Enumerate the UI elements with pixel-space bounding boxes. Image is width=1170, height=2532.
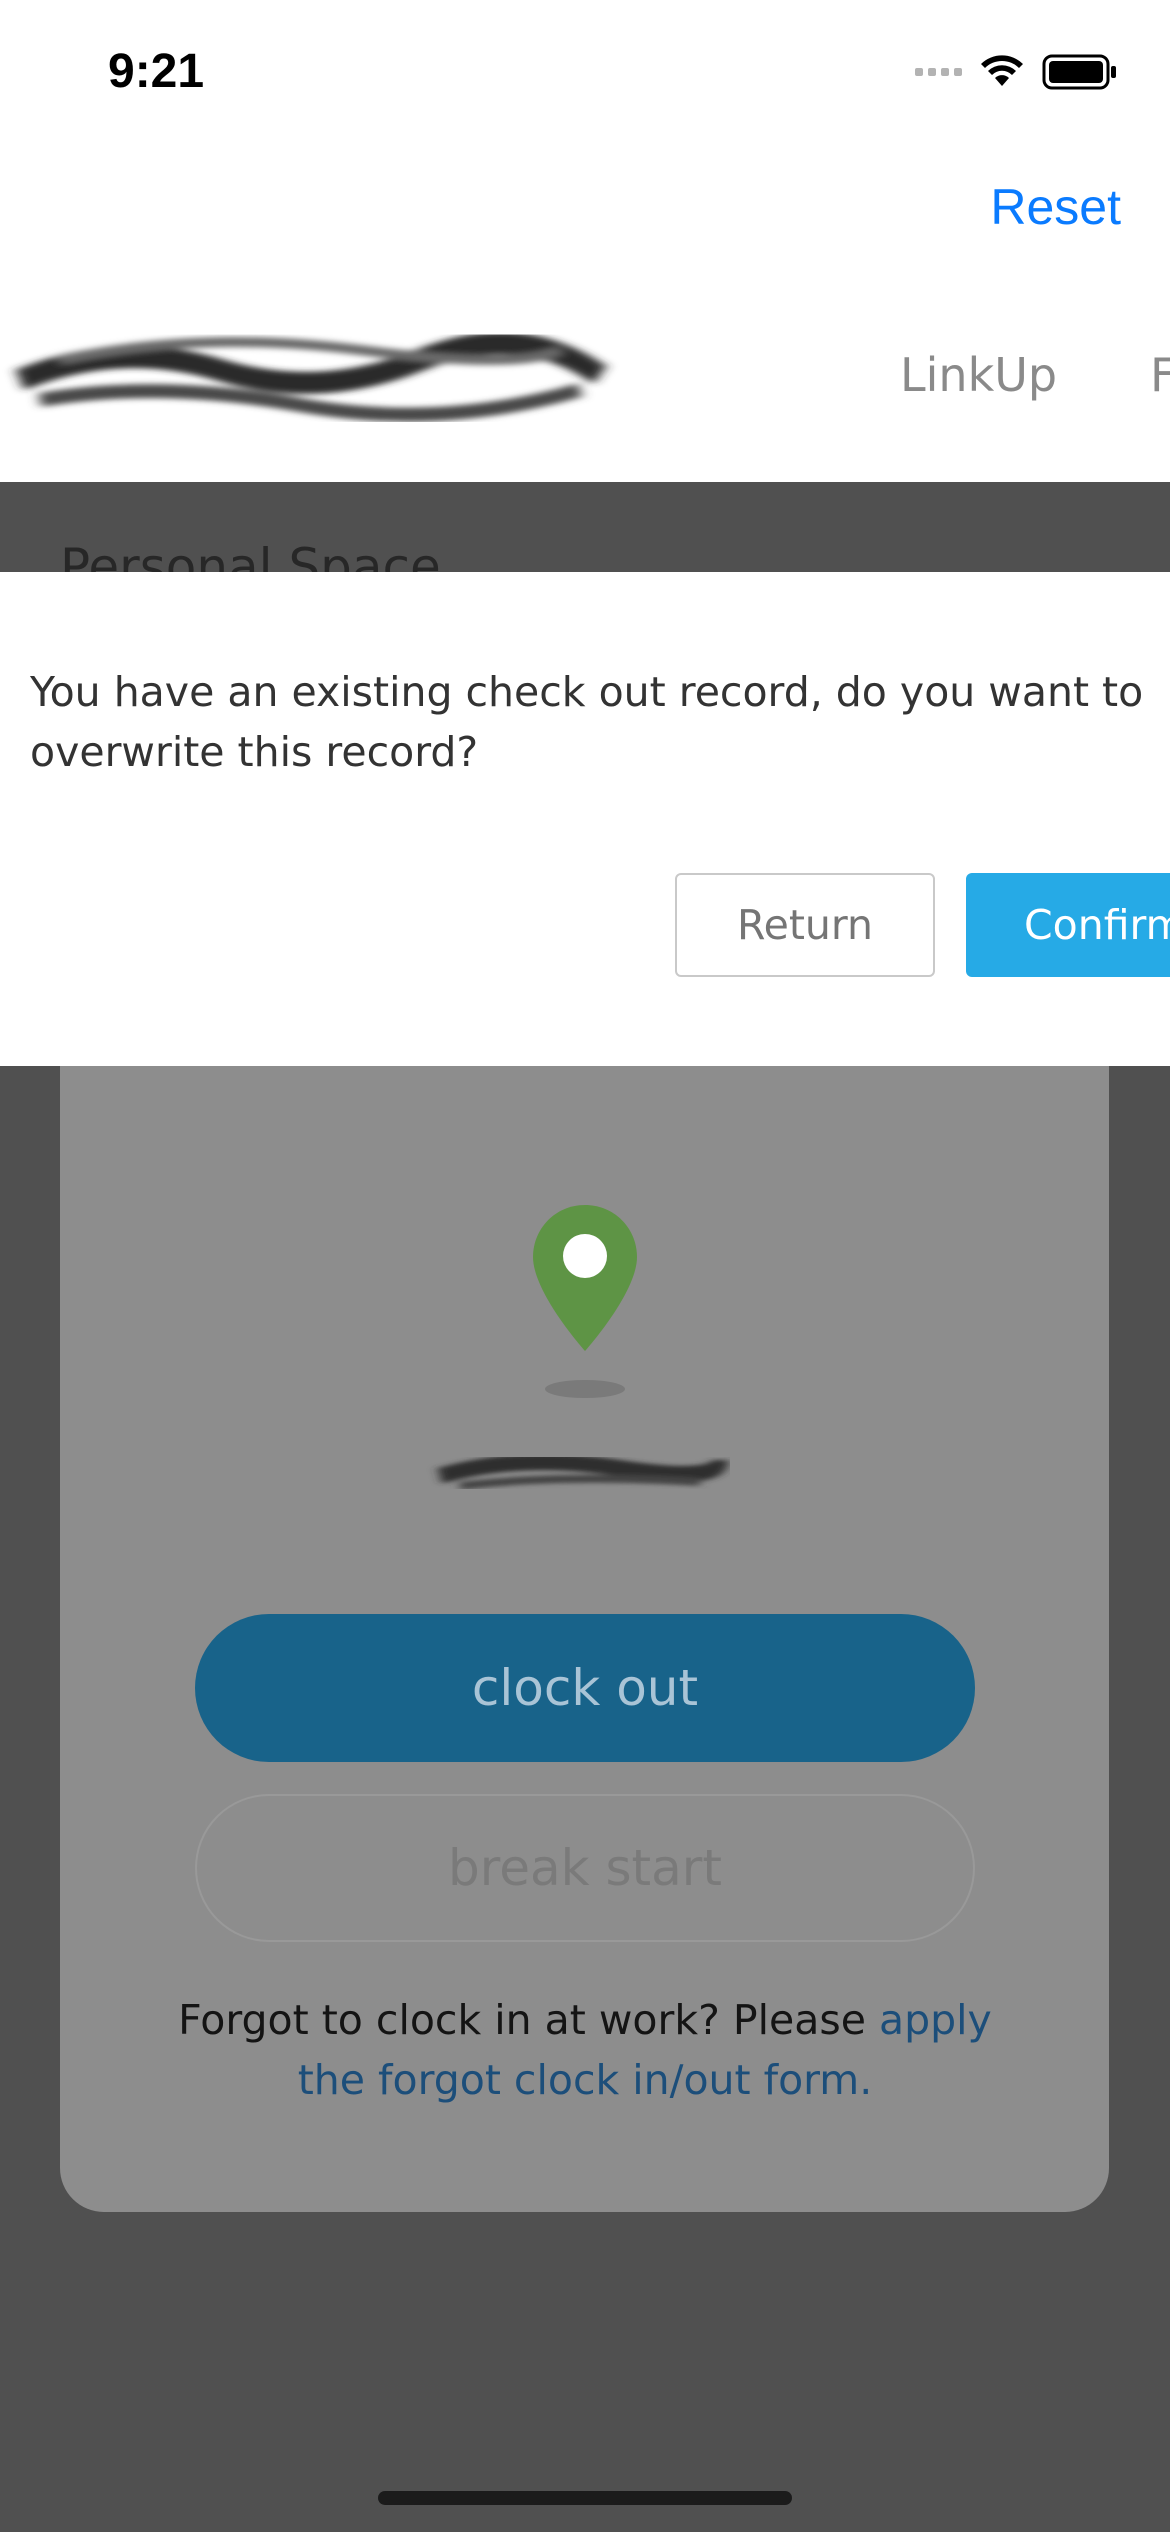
tab-next[interactable]: F: [1150, 348, 1170, 402]
reset-button[interactable]: Reset: [990, 178, 1121, 236]
forgot-clock-in-prompt: Forgot to clock in at work? Please: [178, 1996, 879, 2044]
status-icons: [915, 50, 1118, 94]
status-time: 9:21: [108, 45, 205, 98]
break-start-button[interactable]: break start: [195, 1794, 975, 1942]
location-name: [437, 1454, 728, 1490]
home-indicator[interactable]: [378, 2491, 792, 2505]
battery-icon: [1042, 54, 1116, 90]
clock-out-button[interactable]: clock out: [195, 1614, 975, 1762]
location-pin-icon: [533, 1205, 637, 1351]
forgot-clock-in-text: Forgot to clock in at work? Please apply…: [170, 1990, 1000, 2110]
tab-linkup[interactable]: LinkUp: [900, 348, 1057, 402]
app-header: 9:21 Reset LinkUp F: [0, 0, 1170, 482]
wifi-icon: [981, 55, 1023, 86]
dialog-message: You have an existing check out record, d…: [30, 668, 1144, 776]
confirm-button[interactable]: Confirm: [966, 873, 1170, 977]
return-button[interactable]: Return: [675, 873, 935, 977]
pin-shadow: [545, 1380, 625, 1398]
app-screen: 9:21 Reset LinkUp F Personal Space clock…: [0, 0, 1170, 2532]
confirm-overwrite-dialog: You have an existing check out record, d…: [0, 572, 1170, 1066]
company-logo: [15, 332, 607, 422]
cellular-signal-icon: [915, 68, 962, 76]
